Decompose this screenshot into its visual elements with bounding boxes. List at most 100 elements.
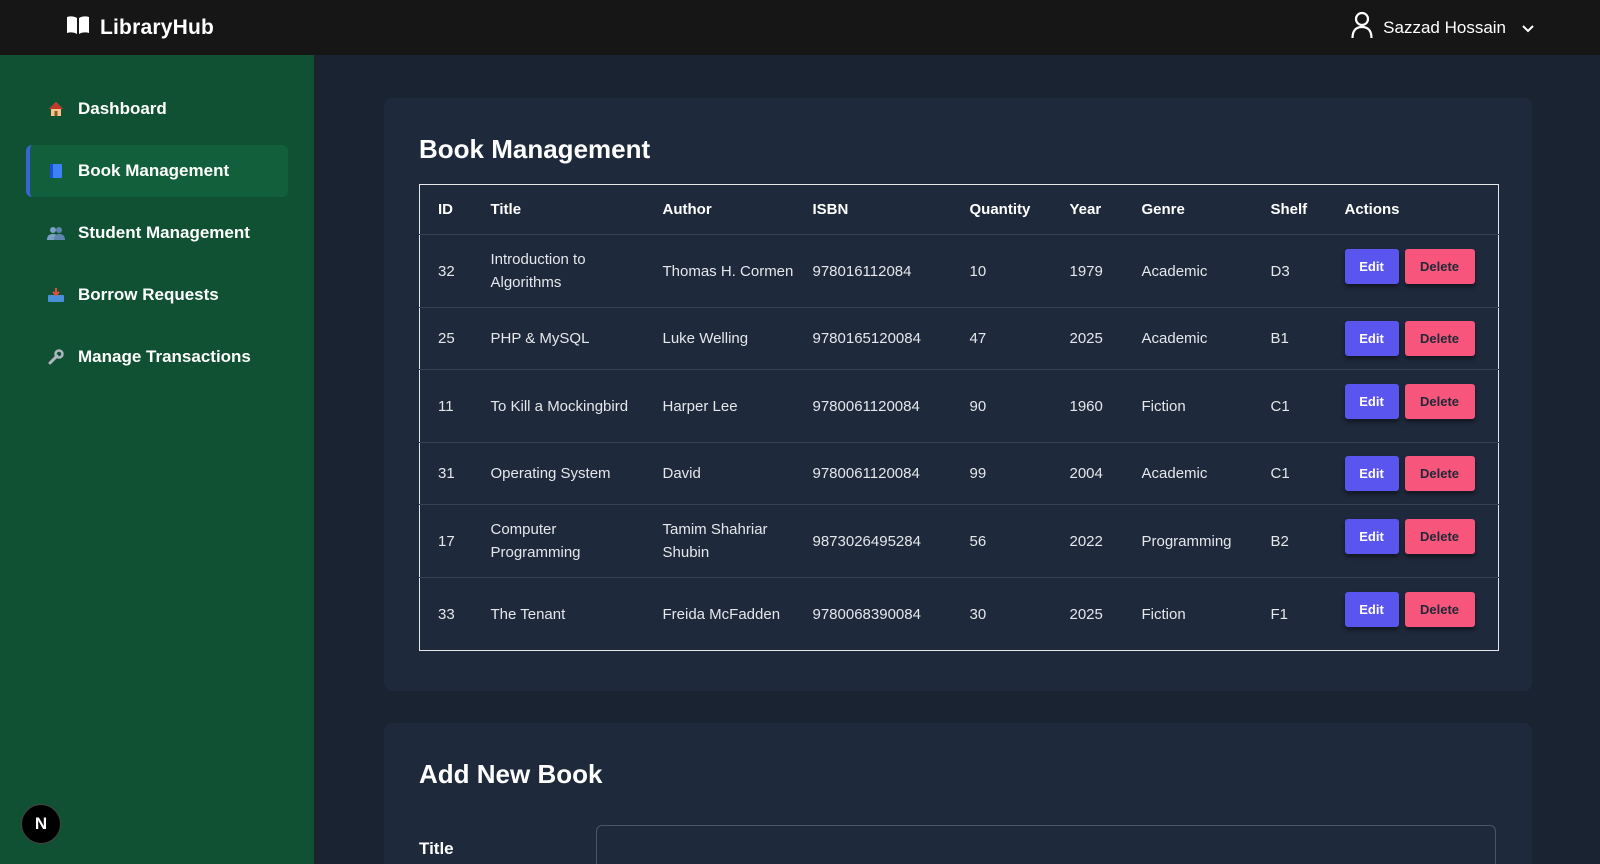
cell-quantity: 56 <box>951 504 1052 578</box>
cell-quantity: 10 <box>951 234 1052 308</box>
cell-shelf: D3 <box>1252 234 1327 308</box>
books-table: ID Title Author ISBN Quantity Year Genre… <box>419 184 1499 651</box>
cell-quantity: 47 <box>951 307 1052 370</box>
table-row: 17 Computer Programming Tamim Shahriar S… <box>419 504 1499 578</box>
edit-button[interactable]: Edit <box>1344 383 1399 419</box>
table-row: 25 PHP & MySQL Luke Welling 978016512008… <box>419 307 1499 370</box>
cell-id: 25 <box>419 307 473 370</box>
add-book-title: Add New Book <box>419 759 603 789</box>
cell-genre: Fiction <box>1123 369 1253 443</box>
cell-title: The Tenant <box>490 605 566 623</box>
column-header-actions: Actions <box>1326 184 1499 235</box>
cell-title: To Kill a Mockingbird <box>472 369 645 443</box>
cell-genre: Academic <box>1123 307 1253 370</box>
cell-year: 2004 <box>1051 442 1124 505</box>
edit-button[interactable]: Edit <box>1344 518 1399 554</box>
title-field-label: Title <box>419 839 454 858</box>
edit-button[interactable]: Edit <box>1344 321 1399 356</box>
column-header-shelf: Shelf <box>1252 184 1327 235</box>
user-icon <box>1351 11 1373 44</box>
cell-title: PHP & MySQL <box>472 307 645 370</box>
sidebar-item-student-management[interactable]: Student Management <box>26 207 288 259</box>
cell-quantity: 99 <box>951 442 1052 505</box>
sidebar-item-dashboard[interactable]: Dashboard <box>26 83 288 135</box>
column-header-author: Author <box>644 184 795 235</box>
column-header-isbn: ISBN <box>794 184 952 235</box>
cell-year: 2025 <box>1051 307 1124 370</box>
cell-genre: Academic <box>1123 442 1253 505</box>
cell-year: 1960 <box>1051 369 1124 443</box>
edit-button[interactable]: Edit <box>1344 456 1399 491</box>
cell-year: 2022 <box>1051 504 1124 578</box>
inbox-tray-icon <box>46 287 66 303</box>
nextjs-badge[interactable]: N <box>21 804 61 844</box>
sidebar-item-manage-transactions[interactable]: Manage Transactions <box>26 331 288 383</box>
cell-isbn: 9780165120084 <box>794 307 952 370</box>
edit-button[interactable]: Edit <box>1344 248 1399 284</box>
cell-shelf: B1 <box>1252 307 1327 370</box>
column-header-year: Year <box>1051 184 1124 235</box>
cell-year: 1979 <box>1051 234 1124 308</box>
user-name: Sazzad Hossain <box>1383 17 1506 37</box>
cell-genre: Programming <box>1123 504 1253 578</box>
cell-title: Computer Programming <box>472 504 645 578</box>
delete-button[interactable]: Delete <box>1404 321 1475 356</box>
cell-actions: Edit Delete <box>1326 504 1499 578</box>
user-menu[interactable]: Sazzad Hossain <box>1351 11 1534 44</box>
edit-button[interactable]: Edit <box>1344 591 1399 627</box>
sidebar-item-label: Student Management <box>78 223 250 242</box>
column-header-id: ID <box>419 184 473 235</box>
cell-quantity: 30 <box>969 605 987 623</box>
house-icon <box>46 101 66 117</box>
book-icon <box>46 163 66 179</box>
cell-author: Harper Lee <box>644 369 795 443</box>
cell-actions: Edit Delete <box>1326 369 1499 443</box>
sidebar-item-book-management[interactable]: Book Management <box>26 145 288 197</box>
sidebar-item-borrow-requests[interactable]: Borrow Requests <box>26 269 288 321</box>
cell-title: Operating System <box>472 442 645 505</box>
sidebar-item-label: Borrow Requests <box>78 285 219 304</box>
chevron-down-icon <box>1522 18 1534 38</box>
cell-isbn: 9780068390084 <box>812 605 921 623</box>
table-row: 33 The Tenant Freida McFadden 9780068390… <box>420 578 1499 651</box>
cell-author: Freida McFadden <box>662 605 781 623</box>
column-header-quantity: Quantity <box>951 184 1052 235</box>
cell-id: 11 <box>419 369 473 443</box>
delete-button[interactable]: Delete <box>1404 383 1475 419</box>
cell-shelf: B2 <box>1252 504 1327 578</box>
table-row: 32 Introduction to Algorithms Thomas H. … <box>419 234 1499 308</box>
wrench-icon <box>46 349 66 365</box>
sidebar-item-label: Dashboard <box>78 99 167 118</box>
main-content: Book Management ID Title Author ISBN Qua… <box>314 55 1600 864</box>
brand[interactable]: LibraryHub <box>66 15 214 40</box>
top-bar: LibraryHub Sazzad Hossain <box>0 0 1600 55</box>
cell-author: Thomas H. Cormen <box>644 234 795 308</box>
cell-actions: Edit Delete <box>1326 307 1499 370</box>
cell-shelf: F1 <box>1270 605 1289 623</box>
cell-actions: Edit Delete <box>1326 442 1499 505</box>
cell-id: 31 <box>419 442 473 505</box>
column-header-genre: Genre <box>1123 184 1253 235</box>
delete-button[interactable]: Delete <box>1404 518 1475 554</box>
cell-id: 17 <box>419 504 473 578</box>
cell-quantity: 90 <box>951 369 1052 443</box>
table-row: 31 Operating System David 9780061120084 … <box>419 442 1499 505</box>
cell-id: 33 <box>438 605 455 623</box>
column-header-title: Title <box>472 184 645 235</box>
cell-year: 2025 <box>1069 605 1103 623</box>
cell-author: David <box>644 442 795 505</box>
cell-genre: Fiction <box>1141 605 1186 623</box>
delete-button[interactable]: Delete <box>1404 456 1475 491</box>
cell-author: Luke Welling <box>644 307 795 370</box>
cell-title: Introduction to Algorithms <box>472 234 645 308</box>
title-input[interactable] <box>596 825 1496 864</box>
cell-isbn: 978016112084 <box>794 234 952 308</box>
delete-button[interactable]: Delete <box>1404 591 1475 627</box>
cell-id: 32 <box>419 234 473 308</box>
book-management-card: Book Management ID Title Author ISBN Qua… <box>384 98 1532 691</box>
page-title: Book Management <box>419 134 651 164</box>
table-header-row: ID Title Author ISBN Quantity Year Genre… <box>419 184 1499 235</box>
cell-isbn: 9780061120084 <box>794 442 952 505</box>
delete-button[interactable]: Delete <box>1404 248 1475 284</box>
cell-author: Tamim Shahriar Shubin <box>644 504 795 578</box>
